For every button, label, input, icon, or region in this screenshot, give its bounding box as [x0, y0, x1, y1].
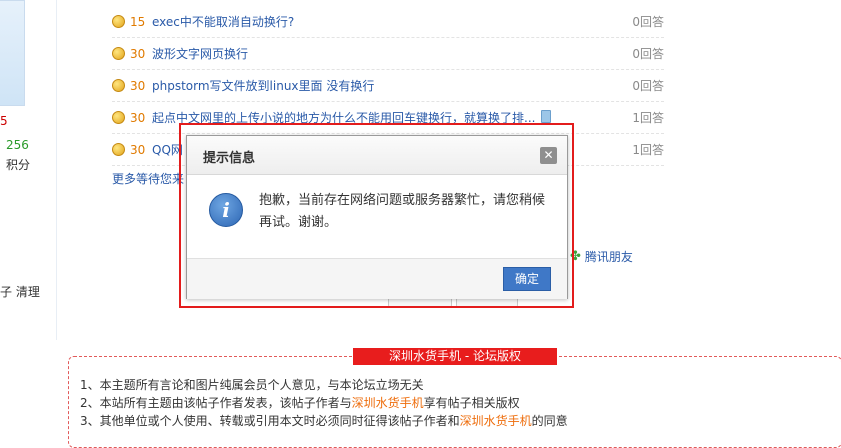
copyright-text: 1、本主题所有言论和图片纯属会员个人意见，与本论坛立场无关 2、本站所有主题由该… [80, 376, 568, 430]
question-title[interactable]: exec中不能取消自动换行? [152, 13, 624, 30]
dialog-message: 抱歉，当前存在网络问题或服务器繁忙，请您稍候再试。谢谢。 [259, 193, 546, 230]
answer-count: 0回答 [632, 79, 664, 93]
copyright-line: 3、其他单位或个人使用、转载或引用本文时必须同时征得该帖子作者和深圳水货手机的同… [80, 412, 568, 430]
tencent-friends-label: 腾讯朋友 [584, 250, 633, 264]
coin-icon [112, 15, 125, 28]
left-number-red: 5 [0, 114, 8, 128]
confirm-button[interactable]: 确定 [503, 267, 551, 291]
info-icon: i [209, 193, 243, 227]
close-icon[interactable]: ✕ [540, 147, 557, 164]
answer-count: 0回答 [632, 47, 664, 61]
sidebar-divider [56, 0, 57, 340]
dialog-footer: 确定 [187, 258, 567, 299]
coin-icon [112, 47, 125, 60]
left-sidebar: 5 256 积分 子 清理 [0, 0, 56, 434]
reward-points: 30 [130, 142, 146, 157]
more-questions-link[interactable]: 更多等待您来 [112, 170, 184, 187]
dialog-header: 提示信息 ✕ [187, 136, 567, 175]
copyright-title: 深圳水货手机 - 论坛版权 [353, 348, 557, 365]
reward-points: 30 [130, 46, 146, 61]
copyright-text-part: 享有帖子相关版权 [423, 396, 520, 410]
alert-dialog: 提示信息 ✕ i 抱歉，当前存在网络问题或服务器繁忙，请您稍候再试。谢谢。 确定 [186, 135, 568, 299]
copyright-line: 2、本站所有主题由该帖子作者发表，该帖子作者与深圳水货手机享有帖子相关版权 [80, 394, 568, 412]
avatar[interactable] [0, 0, 25, 106]
copyright-text-part: 2、本站所有主题由该帖子作者发表，该帖子作者与 [80, 396, 352, 410]
coin-icon [112, 143, 125, 156]
copyright-text-part: 的同意 [531, 414, 568, 428]
score-number: 256 [6, 138, 29, 152]
answer-count: 0回答 [632, 15, 664, 29]
answer-count: 1回答 [632, 111, 664, 125]
tencent-friends-link[interactable]: ✤ 腾讯朋友 [570, 248, 633, 265]
dialog-title: 提示信息 [203, 151, 256, 166]
question-title[interactable]: phpstorm写文件放到linux里面 没有换行 [152, 77, 624, 94]
coin-icon [112, 111, 125, 124]
reward-points: 30 [130, 110, 146, 125]
brand-link[interactable]: 深圳水货手机 [460, 414, 532, 428]
mobile-icon [541, 110, 552, 123]
list-item[interactable]: 30 phpstorm写文件放到linux里面 没有换行 0回答 [112, 70, 664, 102]
brand-link[interactable]: 深圳水货手机 [352, 396, 424, 410]
copyright-line: 1、本主题所有言论和图片纯属会员个人意见，与本论坛立场无关 [80, 378, 424, 392]
score-label: 积分 [6, 158, 31, 172]
question-title[interactable]: 波形文字网页换行 [152, 45, 624, 62]
answer-count: 1回答 [632, 143, 664, 157]
clean-link[interactable]: 子 清理 [0, 283, 40, 300]
copyright-text-part: 3、其他单位或个人使用、转载或引用本文时必须同时征得该帖子作者和 [80, 414, 460, 428]
reward-points: 15 [130, 14, 146, 29]
list-item[interactable]: 30 波形文字网页换行 0回答 [112, 38, 664, 70]
coin-icon [112, 79, 125, 92]
reward-points: 30 [130, 78, 146, 93]
list-item[interactable]: 15 exec中不能取消自动换行? 0回答 [112, 6, 664, 38]
